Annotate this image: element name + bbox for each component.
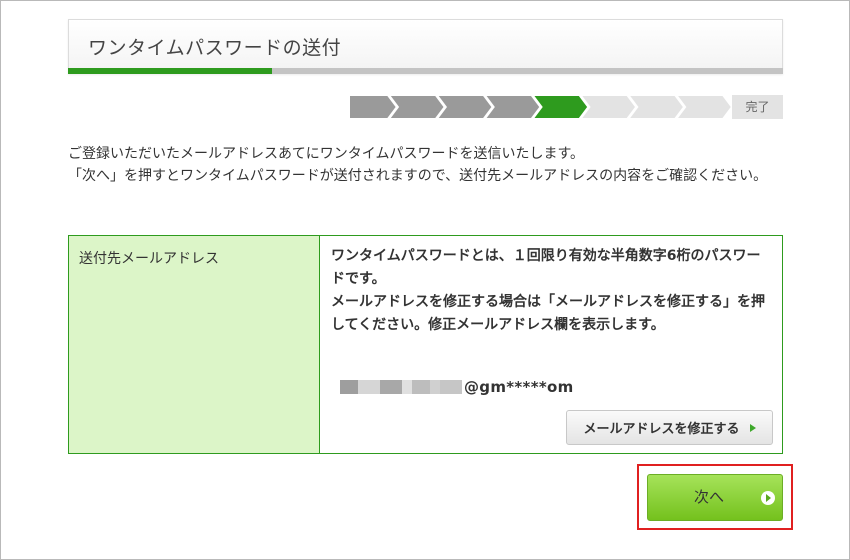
one-time-password-note: ワンタイムパスワードとは、１回限り有効な半角数字6桁のパスワードです。 メールアド… <box>331 248 765 333</box>
header-progress-bar <box>68 68 783 74</box>
email-value-cell: ワンタイムパスワードとは、１回限り有効な半角数字6桁のパスワードです。 メールアド… <box>320 236 782 453</box>
arrow-right-circle-icon <box>761 491 775 505</box>
intro-text: ご登録いただいたメールアドレスあてにワンタイムパスワードを送信いたします。 「次… <box>68 143 783 187</box>
step-chevron-4 <box>483 95 542 119</box>
email-domain: @gm*****om <box>464 378 574 396</box>
step-chevron-7 <box>627 95 686 119</box>
email-label-cell: 送付先メールアドレス <box>69 236 320 453</box>
intro-line-1: ご登録いただいたメールアドレスあてにワンタイムパスワードを送信いたします。 <box>68 146 585 162</box>
email-row: @gm*****om <box>340 377 574 397</box>
step-chevron-2 <box>387 95 446 119</box>
next-button-label: 次へ <box>693 488 724 506</box>
header-progress-fill <box>68 68 273 74</box>
step-chevrons <box>349 95 732 119</box>
page-header: ワンタイムパスワードの送付 <box>68 19 783 74</box>
step-chevron-6 <box>579 95 638 119</box>
email-info-table: 送付先メールアドレス ワンタイムパスワードとは、１回限り有効な半角数字6桁のパス… <box>68 235 783 454</box>
step-indicator: 完了 <box>349 95 783 119</box>
step-chevron-5 <box>531 95 590 119</box>
step-chevron-1 <box>349 95 399 119</box>
page-title: ワンタイムパスワードの送付 <box>88 37 342 59</box>
email-redacted-block <box>340 380 462 394</box>
step-done-label: 完了 <box>732 95 783 119</box>
edit-email-button[interactable]: メールアドレスを修正する <box>566 410 773 445</box>
intro-line-2: 「次へ」を押すとワンタイムパスワードが送付されますので、送付先メールアドレスの内… <box>68 168 768 184</box>
edit-email-button-label: メールアドレスを修正する <box>583 422 740 437</box>
triangle-right-icon <box>749 423 756 432</box>
step-chevron-8 <box>674 95 732 119</box>
next-button[interactable]: 次へ <box>647 474 783 521</box>
step-chevron-3 <box>435 95 494 119</box>
